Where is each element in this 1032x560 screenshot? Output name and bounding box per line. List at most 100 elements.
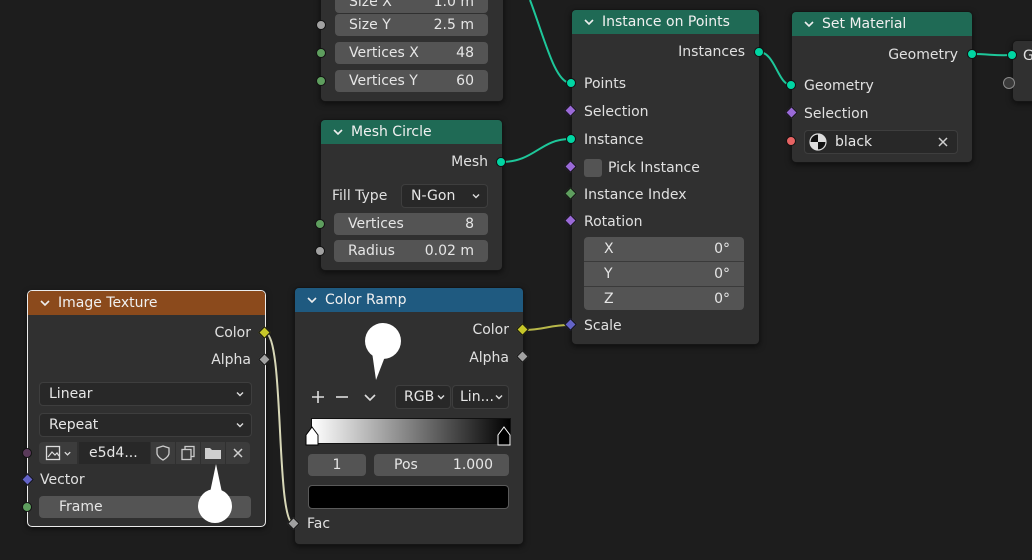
color-ramp-node[interactable]: Color Ramp Color Alpha RGB Lin... 1 Pos … [294,287,524,545]
chevron-down-icon [495,395,503,400]
add-stop-icon[interactable] [311,390,325,404]
size-y-field[interactable]: Size Y 2.5 m [335,14,488,36]
grid-node[interactable]: Size X 1.0 m Size Y 2.5 m Vertices X 48 … [320,0,504,102]
open-image-button[interactable] [201,442,225,464]
link-grid-to-points [529,0,571,84]
geometry-input-socket[interactable] [786,80,796,90]
chevron-down-icon[interactable] [802,17,816,31]
next-node-second-socket[interactable] [1003,77,1015,89]
color-ramp-header[interactable]: Color Ramp [295,288,523,312]
instance-input-socket[interactable] [566,134,576,144]
instance-on-points-node[interactable]: Instance on Points Instances Points Sele… [571,9,760,345]
material-selector[interactable]: black [804,130,958,154]
rotation-y-field[interactable]: Y 0° [584,261,744,286]
rotation-z-field[interactable]: Z 0° [584,286,744,310]
alpha-output-label: Alpha [211,352,251,368]
image-icon [45,445,60,461]
set-material-header[interactable]: Set Material [792,12,972,36]
material-sphere-icon [809,133,827,151]
mesh-output-socket[interactable] [496,157,506,167]
fake-user-button[interactable] [151,442,175,464]
material-input-socket[interactable] [786,136,796,146]
scale-label: Scale [584,318,622,334]
mesh-output-label: Mesh [451,154,488,170]
image-input-socket[interactable] [22,448,32,458]
next-node-input-socket[interactable] [1007,50,1017,60]
duplicate-image-button[interactable] [176,442,200,464]
pick-instance-checkbox[interactable] [584,159,602,177]
vertices-field[interactable]: Vertices 8 [334,213,488,235]
frame-input-socket[interactable] [22,502,32,512]
next-node-output-label: G [1023,48,1032,64]
geometry-output-label: Geometry [888,47,958,63]
chevron-down-icon[interactable] [305,293,319,307]
ramp-interpolation-dropdown[interactable]: Lin... [452,385,509,409]
vertices-x-field[interactable]: Vertices X 48 [335,42,488,64]
node-title: Mesh Circle [351,124,432,140]
set-material-node[interactable]: Set Material Geometry Geometry Selection… [791,11,973,163]
vertices-x-socket[interactable] [316,48,326,58]
selection-input-label: Selection [584,104,649,120]
link-geometry-to-next [971,53,1013,57]
stop-color-swatch[interactable] [308,485,509,509]
size-x-field[interactable]: Size X 1.0 m [335,0,488,13]
radius-field[interactable]: Radius 0.02 m [334,240,488,262]
rotation-x-field[interactable]: X 0° [584,237,744,261]
color-mode-dropdown[interactable]: RGB [395,385,451,409]
chevron-down-icon[interactable] [582,15,596,29]
color-ramp-gradient[interactable] [311,418,511,444]
stop-index-field[interactable]: 1 [308,454,366,476]
vertices-y-socket[interactable] [316,76,326,86]
vector-input-label: Vector [40,472,85,488]
chevron-down-icon[interactable] [38,296,52,310]
duplicate-icon [181,445,195,461]
ramp-stop-white[interactable] [305,426,319,446]
pointer-marker-pin [198,464,232,523]
radius-socket[interactable] [315,246,325,256]
points-input-socket[interactable] [566,78,576,88]
image-name-field[interactable]: e5d4... [79,442,150,464]
instances-output-label: Instances [678,44,745,60]
chevron-down-icon[interactable] [363,390,377,404]
folder-icon [205,448,221,459]
chevron-down-icon[interactable] [331,125,345,139]
image-texture-header[interactable]: Image Texture [28,291,265,315]
size-y-socket[interactable] [316,20,326,30]
fac-input-label: Fac [307,516,331,532]
chevron-down-icon [472,194,480,199]
geometry-input-label: Geometry [804,78,874,94]
link-colorramp-to-scale [522,324,571,331]
color-output-label: Color [214,325,251,341]
chevron-down-icon [236,392,244,397]
chevron-down-icon [236,423,244,428]
close-icon [233,448,243,458]
fill-type-dropdown[interactable]: N-Gon [401,184,488,208]
interpolation-dropdown[interactable]: Linear [39,382,252,406]
node-title: Instance on Points [602,14,730,30]
next-node[interactable]: G [1012,40,1032,102]
instance-on-points-header[interactable]: Instance on Points [572,10,759,34]
link-mesh-to-instance [500,138,571,163]
close-icon[interactable] [937,136,949,148]
node-title: Image Texture [58,295,158,311]
chevron-down-icon [437,395,445,400]
pick-instance-row[interactable]: Pick Instance [584,157,700,179]
vertices-y-field[interactable]: Vertices Y 60 [335,70,488,92]
instance-input-label: Instance [584,132,644,148]
mesh-circle-header[interactable]: Mesh Circle [321,120,502,144]
selection-input-label: Selection [804,106,869,122]
remove-stop-icon[interactable] [335,390,349,404]
image-browse-button[interactable] [39,442,77,464]
extension-dropdown[interactable]: Repeat [39,413,252,437]
geometry-output-socket[interactable] [967,49,977,59]
instance-index-label: Instance Index [584,187,687,203]
link-instances-to-geometry [758,51,792,86]
unlink-image-button[interactable] [226,442,250,464]
mesh-circle-node[interactable]: Mesh Circle Mesh Fill Type N-Gon Vertice… [320,119,503,271]
ramp-stop-black[interactable] [497,426,511,446]
instances-output-socket[interactable] [754,47,764,57]
points-input-label: Points [584,76,627,92]
shield-icon [156,445,170,461]
vertices-socket[interactable] [315,219,325,229]
stop-position-field[interactable]: Pos 1.000 [374,454,509,476]
